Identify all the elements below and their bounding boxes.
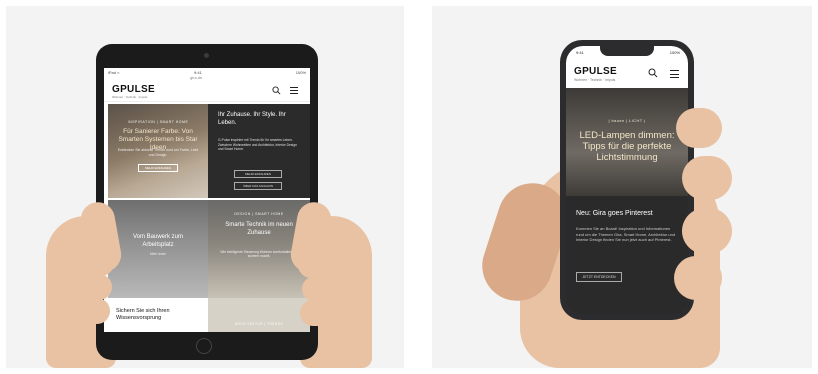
left-finger [52,298,110,324]
tile-text: Wie intelligente Steuerung Wohnen komfor… [220,250,298,259]
hand-finger [682,208,732,254]
article-tile-architektur[interactable]: ARCHITEKTUR | TRENDS [208,298,310,332]
article-tile-farbe[interactable]: INSPIRATION | SMART HOME Für Sanierer Fa… [108,104,208,198]
hand-finger [674,256,722,300]
battery-status: 100% [295,70,306,75]
left-finger [50,274,112,300]
intro-title: Ihr Zuhause. Ihr Style. Ihr Leben. [218,112,286,126]
more-button[interactable]: MEHR ERFAHREN [138,164,178,172]
left-finger [54,250,114,276]
intro-tile: Ihr Zuhause. Ihr Style. Ihr Leben. G-Pul… [208,104,310,198]
tile-text: Mehr lesen [149,252,167,256]
hamburger-menu-icon[interactable] [670,70,679,78]
teaser-section: Neu: Gira goes Pinterest Kommen Sie an B… [566,196,688,314]
article-tile-bauwerk[interactable]: Vom Bauwerk zum Arbeitsplatz Mehr lesen [108,200,208,298]
hero-article[interactable]: | bauen | LICHT | LED-Lampen dimmen: Tip… [566,88,688,196]
hand-finger [682,156,732,200]
status-time: 9:41 [576,50,584,55]
phone-screen: 9:41 100% GPULSE Wohnen · Technik · Impu… [566,46,688,314]
teaser-text: Kommen Sie an Board! Inspiration und Inf… [576,226,676,243]
hero-category: | bauen | LICHT | [608,118,646,123]
tile-title: Vom Bauwerk zum Arbeitsplatz [132,234,184,248]
battery-status: 100% [669,50,680,55]
phone-mockup-panel: 9:41 100% GPULSE Wohnen · Technik · Impu… [432,6,812,368]
hamburger-menu-icon[interactable] [290,87,298,94]
network-status: iPad ≈ [108,70,120,75]
right-finger [300,300,360,326]
tile-title: Smarte Technik im neuen Zuhause [225,222,293,236]
tile-category: ARCHITEKTUR | TRENDS [234,322,284,326]
home-button-icon[interactable] [196,338,212,354]
site-header: GPULSE Wohnen · Technik · Impuls [566,60,688,88]
tablet-device: iPad ≈ 9:41 gira.de 100% GPULSE Wohnen ·… [96,44,318,360]
right-finger [298,252,360,278]
hero-title: LED-Lampen dimmen: Tipps für die perfekt… [579,130,675,163]
tile-category: INSPIRATION | SMART HOME [127,120,189,124]
status-bar: iPad ≈ 9:41 gira.de 100% [104,68,310,80]
newsletter-tile[interactable]: Sichern Sie sich Ihren Wissensvorsprung [108,298,208,332]
site-header: GPULSE Wohnen · Technik · Impuls [104,80,310,102]
search-icon[interactable] [648,68,658,78]
phone-notch [600,46,654,56]
right-finger [302,276,366,302]
site-tagline: Wohnen · Technik · Impuls [574,78,616,82]
site-logo[interactable]: GPULSE [574,66,617,77]
site-logo[interactable]: GPULSE [112,84,155,95]
teaser-title: Neu: Gira goes Pinterest [576,210,653,217]
search-icon[interactable] [272,86,281,95]
about-magazine-button[interactable]: ÜBER DAS MAGAZIN [234,182,282,190]
site-tagline: Wohnen · Technik · Impuls [112,95,148,99]
hand-finger [676,108,722,148]
tile-text: Entdecken Sie aktuelle Trends rund um Fa… [117,148,199,157]
more-button[interactable]: MEHR ERFAHREN [234,170,282,178]
discover-button[interactable]: JETZT ENTDECKEN [576,272,622,282]
tablet-screen: iPad ≈ 9:41 gira.de 100% GPULSE Wohnen ·… [104,68,310,332]
intro-text: G-Pulse inspiriert mit Trends für Ihr sm… [218,138,297,151]
newsletter-title: Sichern Sie sich Ihren Wissensvorsprung [116,308,170,321]
tile-category: DESIGN | SMART HOME [234,212,284,216]
tablet-mockup-panel: iPad ≈ 9:41 gira.de 100% GPULSE Wohnen ·… [6,6,404,368]
camera-icon [204,53,209,58]
